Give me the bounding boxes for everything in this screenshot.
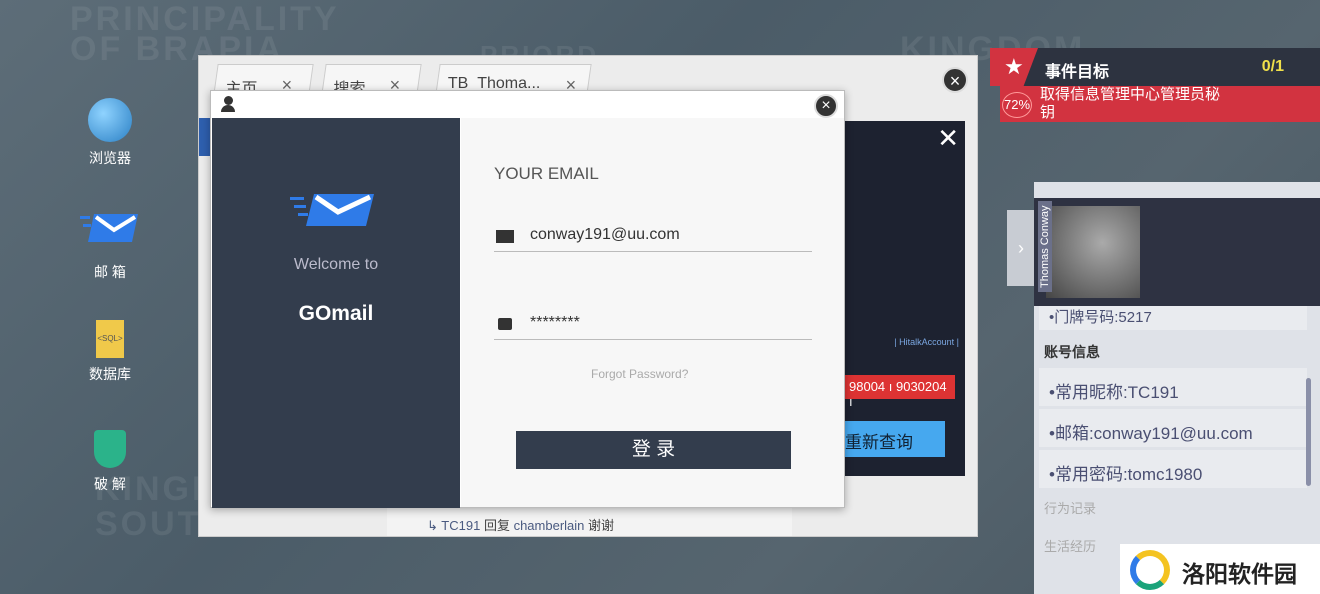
- envelope-icon: [496, 230, 514, 243]
- list-item: •门牌号码:5217: [1039, 306, 1307, 330]
- list-item: •邮箱:conway191@uu.com: [1039, 409, 1307, 447]
- mail-icon: [80, 212, 138, 256]
- scrollbar[interactable]: [1306, 378, 1311, 486]
- forgot-password-link[interactable]: Forgot Password?: [591, 367, 688, 381]
- login-form: YOUR EMAIL conway191@uu.com ******** For…: [461, 118, 844, 507]
- close-icon[interactable]: ✕: [937, 123, 959, 154]
- login-button[interactable]: 登 录: [516, 431, 791, 469]
- hitalk-label: | HitalkAccount |: [894, 337, 959, 347]
- desktop-label: 浏览器: [89, 150, 131, 166]
- mission-title: 事件目标: [1045, 64, 1110, 81]
- expand-panel-button[interactable]: ›: [1007, 210, 1035, 286]
- watermark-logo: 洛阳软件园: [1120, 544, 1320, 594]
- number-strip: 98004 ı 9030204 ı: [845, 375, 955, 409]
- email-field[interactable]: conway191@uu.com: [494, 218, 812, 252]
- mission-progress: 72%: [1002, 92, 1032, 118]
- desktop-browser[interactable]: 浏览器: [75, 98, 145, 168]
- desktop-label: 邮 箱: [94, 264, 126, 280]
- profile-panel: Thomas Conway •门牌号码:5217 账号信息 •常用昵称:TC19…: [1034, 182, 1320, 594]
- mission-count: 0/1: [1261, 58, 1284, 75]
- lock-icon: [498, 318, 512, 330]
- mission-task: 取得信息管理中心管理员秘钥: [1040, 86, 1221, 121]
- gomail-logo-icon: [290, 194, 374, 226]
- app-name: GOmail: [298, 302, 374, 325]
- desktop-mail[interactable]: 邮 箱: [75, 212, 145, 282]
- mission-banner: ★ 事件目标 0/1 72% 取得信息管理中心管理员秘钥: [990, 48, 1320, 122]
- password-field[interactable]: ********: [494, 306, 812, 340]
- email-label: YOUR EMAIL: [494, 164, 599, 183]
- star-icon: ★: [1004, 54, 1024, 79]
- section-title: 行为记录: [1044, 501, 1097, 516]
- behind-panel: ✕ | HitalkAccount | 98004 ı 9030204 ı 重新…: [845, 121, 965, 476]
- avatar: [1046, 206, 1140, 298]
- globe-icon: [88, 98, 132, 142]
- desktop-crack[interactable]: 破 解: [75, 430, 145, 494]
- desktop-label: 破 解: [94, 476, 126, 492]
- requery-button[interactable]: 重新查询: [845, 421, 945, 457]
- desktop-label: 数据库: [89, 366, 131, 382]
- section-title: 生活经历: [1044, 539, 1097, 554]
- reply-line: ↳ TC191 回复 chamberlain 谢谢: [387, 508, 792, 536]
- welcome-text: Welcome to: [293, 256, 379, 273]
- welcome-panel: Welcome to GOmail: [212, 118, 460, 508]
- shield-key-icon: [94, 430, 126, 468]
- close-browser-button[interactable]: ×: [942, 67, 968, 93]
- profile-name: Thomas Conway: [1038, 201, 1052, 292]
- desktop-database[interactable]: <SQL> 数据库: [75, 320, 145, 384]
- list-item: •常用昵称:TC191: [1039, 368, 1307, 406]
- section-title: 账号信息: [1044, 344, 1100, 360]
- list-item: •常用密码:tomc1980: [1039, 450, 1307, 488]
- user-icon: [221, 96, 235, 112]
- close-dialog-button[interactable]: ×: [814, 94, 838, 118]
- gomail-login-dialog: × Welcome to GOmail YOUR EMAIL conway191…: [210, 90, 845, 508]
- sql-file-icon: <SQL>: [96, 320, 124, 358]
